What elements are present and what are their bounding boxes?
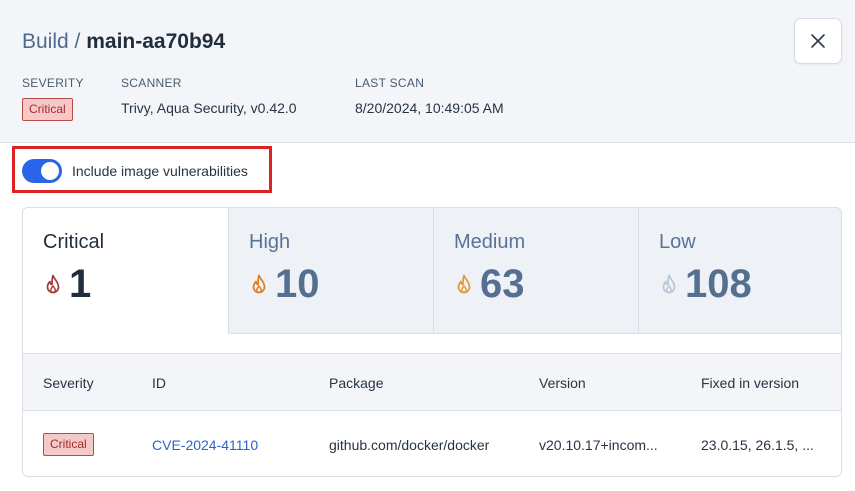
column-header-id[interactable]: ID: [152, 375, 166, 391]
tab-high[interactable]: High 10: [228, 208, 433, 334]
column-header-version[interactable]: Version: [539, 375, 586, 391]
flame-icon: [662, 274, 676, 294]
breadcrumb[interactable]: Build /: [22, 30, 80, 53]
flame-icon: [46, 274, 60, 294]
package-cell: github.com/docker/docker: [329, 437, 490, 453]
tab-label: Critical: [43, 231, 105, 253]
tab-count: 108: [685, 262, 752, 306]
severity-tabs: Critical 1 High 10 Medium 63 Low 108: [23, 208, 841, 334]
tab-label: High: [249, 231, 291, 253]
close-button[interactable]: [794, 18, 842, 64]
tab-low[interactable]: Low 108: [638, 208, 841, 334]
severity-badge: Critical: [22, 98, 73, 121]
version-cell: v20.10.17+incom...: [539, 437, 658, 453]
table-header: Severity ID Package Version Fixed in ver…: [23, 353, 841, 411]
column-header-package[interactable]: Package: [329, 375, 383, 391]
include-image-vulnerabilities-label[interactable]: Include image vulnerabilities: [72, 163, 248, 179]
tab-label: Medium: [454, 231, 526, 253]
tab-critical[interactable]: Critical 1: [23, 208, 228, 334]
fixed-in-version-cell: 23.0.15, 26.1.5, ...: [701, 437, 814, 453]
flame-icon: [457, 274, 471, 294]
tab-count: 1: [69, 262, 92, 306]
flame-icon: [252, 274, 266, 294]
include-image-vulnerabilities-toggle[interactable]: [22, 159, 62, 183]
column-header-severity[interactable]: Severity: [43, 375, 94, 391]
severity-badge: Critical: [43, 433, 94, 456]
tab-label: Low: [659, 231, 696, 253]
scan-header: Build / main-aa70b94 SEVERITY Critical S…: [0, 0, 855, 143]
last-scan-label: LAST SCAN: [355, 76, 425, 90]
last-scan-value: 8/20/2024, 10:49:05 AM: [355, 100, 504, 116]
tab-count: 63: [480, 262, 525, 306]
page-title: Build / main-aa70b94: [22, 30, 225, 54]
vulnerabilities-panel: Critical 1 High 10 Medium 63 Low 108 Sev…: [22, 207, 842, 477]
severity-label: SEVERITY: [22, 76, 84, 90]
tab-count: 10: [275, 262, 320, 306]
build-name: main-aa70b94: [86, 30, 226, 53]
toggle-knob: [41, 162, 59, 180]
scanner-label: SCANNER: [121, 76, 182, 90]
close-icon: [811, 34, 825, 48]
table-row[interactable]: Critical CVE-2024-41110 github.com/docke…: [23, 411, 841, 476]
scanner-value: Trivy, Aqua Security, v0.42.0: [121, 100, 297, 116]
column-header-fixed-in-version[interactable]: Fixed in version: [701, 375, 799, 391]
cve-link[interactable]: CVE-2024-41110: [152, 437, 258, 453]
tab-medium[interactable]: Medium 63: [433, 208, 638, 334]
